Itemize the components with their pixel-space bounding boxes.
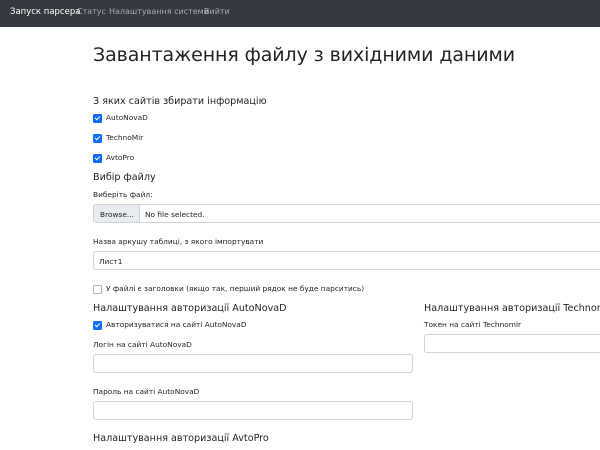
nav-link-settings[interactable]: Налаштування системи xyxy=(109,7,209,16)
technomir-heading: Налаштування авторизації Technomir xyxy=(424,303,600,314)
sites-heading: З яких сайтів збирати інформацію xyxy=(93,96,267,107)
file-label: Виберіть файл: xyxy=(93,190,153,199)
autonovad-password-label: Пароль на сайті AutoNovaD xyxy=(93,387,200,396)
checkbox-checked-icon[interactable] xyxy=(93,154,102,163)
file-heading: Вибір файлу xyxy=(93,172,156,183)
technomir-token-input[interactable] xyxy=(424,334,600,353)
checkbox-unchecked-icon[interactable] xyxy=(93,285,102,294)
checkbox-label: AvtoPro xyxy=(106,153,135,162)
checkbox-label: TechnoMir xyxy=(106,133,144,142)
navbar: Запуск парсера Статус Налаштування систе… xyxy=(0,0,600,27)
sheet-name-input[interactable]: Лист1 xyxy=(93,251,600,270)
checkbox-label: Авторизуватися на сайті AutoNovaD xyxy=(106,320,247,329)
nav-brand[interactable]: Запуск парсера xyxy=(10,7,80,17)
page-title: Завантаження файлу з вихідними даними xyxy=(93,44,515,66)
technomir-token-label: Токен на сайті Technomir xyxy=(424,320,522,329)
autonovad-login-input[interactable] xyxy=(93,354,413,373)
sheet-name-value: Лист1 xyxy=(99,257,123,266)
browse-button[interactable]: Browse... xyxy=(94,205,140,222)
avtopro-heading: Налаштування авторизації AvtoPro xyxy=(93,433,269,444)
sheet-label: Назва аркушу таблиці, з якого імпортуват… xyxy=(93,237,264,246)
checkbox-checked-icon[interactable] xyxy=(93,134,102,143)
nav-link-logout[interactable]: Вийти xyxy=(204,7,230,16)
autonovad-login-label: Логін на сайті AutoNovaD xyxy=(93,340,192,349)
file-input[interactable]: Browse... No file selected. xyxy=(93,204,600,223)
checkbox-checked-icon[interactable] xyxy=(93,321,102,330)
file-status: No file selected. xyxy=(145,210,205,219)
checkbox-checked-icon[interactable] xyxy=(93,114,102,123)
checkbox-label: У файлі є заголовки (якщо так, перший ря… xyxy=(106,284,365,293)
autonovad-heading: Налаштування авторизації AutoNovaD xyxy=(93,303,287,314)
checkbox-label: AutoNovaD xyxy=(106,113,148,122)
nav-link-status[interactable]: Статус xyxy=(77,7,106,16)
autonovad-password-input[interactable] xyxy=(93,401,413,420)
